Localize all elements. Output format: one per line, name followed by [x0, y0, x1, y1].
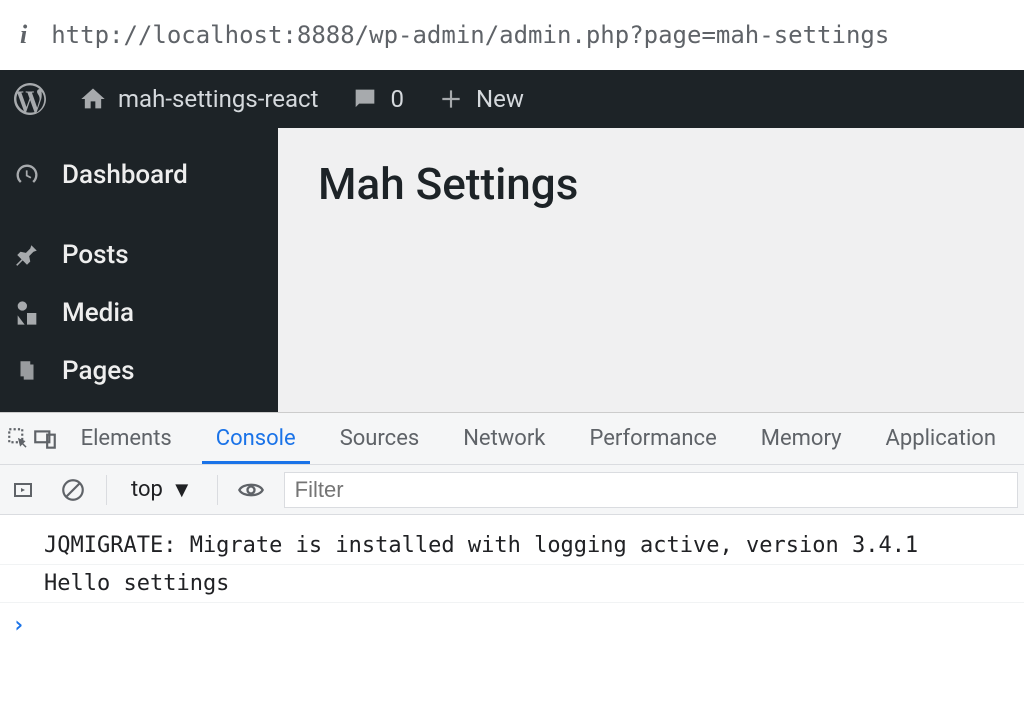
console-message: Hello settings [0, 565, 1024, 603]
sidebar-item-posts[interactable]: Posts [0, 226, 278, 284]
chevron-down-icon: ▼ [171, 477, 193, 503]
clear-console-icon[interactable] [56, 473, 90, 507]
divider [217, 475, 218, 505]
wp-sidebar: Dashboard Posts Media Pages [0, 128, 278, 412]
wordpress-logo[interactable] [8, 83, 52, 115]
dashboard-icon [12, 160, 42, 190]
wp-admin-bar: mah-settings-react 0 New [0, 70, 1024, 128]
tab-performance[interactable]: Performance [567, 414, 738, 463]
devtools-panel: Elements Console Sources Network Perform… [0, 412, 1024, 710]
wp-main: Dashboard Posts Media Pages Mah Settings [0, 128, 1024, 412]
sidebar-item-pages[interactable]: Pages [0, 342, 278, 400]
filter-input[interactable] [284, 472, 1018, 508]
adminbar-new[interactable]: New [430, 84, 530, 114]
comment-icon [350, 84, 380, 114]
inspect-element-icon[interactable] [6, 420, 32, 458]
sidebar-item-label: Posts [62, 240, 129, 270]
url-text[interactable]: http://localhost:8888/wp-admin/admin.php… [51, 21, 889, 49]
page-title: Mah Settings [318, 158, 984, 210]
adminbar-site-name: mah-settings-react [118, 85, 318, 113]
devtools-tabs: Elements Console Sources Network Perform… [0, 413, 1024, 465]
console-message: JQMIGRATE: Migrate is installed with log… [0, 527, 1024, 565]
sidebar-item-dashboard[interactable]: Dashboard [0, 146, 278, 204]
tab-application[interactable]: Application [864, 414, 1018, 463]
live-expression-icon[interactable] [234, 473, 268, 507]
sidebar-item-media[interactable]: Media [0, 284, 278, 342]
console-output: JQMIGRATE: Migrate is installed with log… [0, 515, 1024, 710]
divider [106, 475, 107, 505]
media-icon [12, 298, 42, 328]
wordpress-icon [14, 83, 46, 115]
tab-elements[interactable]: Elements [59, 414, 194, 463]
tab-console[interactable]: Console [194, 414, 318, 463]
devtools-filterbar: top ▼ [0, 465, 1024, 515]
sidebar-item-label: Media [62, 298, 134, 328]
adminbar-site-link[interactable]: mah-settings-react [72, 84, 324, 114]
home-icon [78, 84, 108, 114]
plus-icon [436, 84, 466, 114]
pushpin-icon [12, 240, 42, 270]
tab-memory[interactable]: Memory [739, 414, 864, 463]
console-prompt[interactable]: › [0, 603, 1024, 648]
sidebar-item-label: Dashboard [62, 160, 188, 190]
pages-icon [12, 356, 42, 386]
tab-sources[interactable]: Sources [318, 414, 442, 463]
site-info-icon[interactable]: i [20, 20, 27, 50]
tab-network[interactable]: Network [441, 414, 567, 463]
adminbar-comment-count: 0 [390, 85, 404, 113]
toggle-drawer-icon[interactable] [6, 473, 40, 507]
sidebar-item-label: Pages [62, 356, 135, 386]
wp-content-area: Mah Settings [278, 128, 1024, 412]
context-selector[interactable]: top ▼ [123, 477, 201, 503]
prompt-caret-icon: › [12, 613, 25, 638]
adminbar-new-label: New [476, 85, 524, 113]
browser-address-bar: i http://localhost:8888/wp-admin/admin.p… [0, 0, 1024, 70]
context-label: top [131, 477, 163, 502]
adminbar-comments[interactable]: 0 [344, 84, 410, 114]
device-toolbar-icon[interactable] [32, 420, 58, 458]
